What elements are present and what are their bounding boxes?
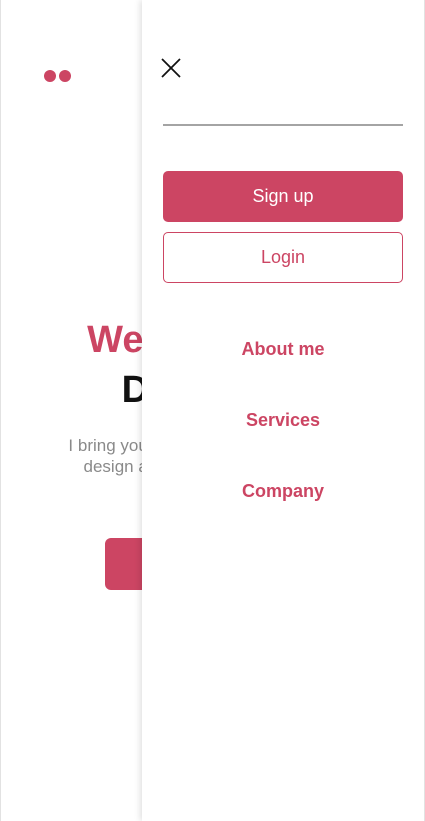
logo-dot	[44, 70, 56, 82]
nav-link-about-me[interactable]: About me	[163, 339, 403, 360]
nav-drawer: Sign up Login About me Services Company	[142, 0, 424, 821]
nav-link-services[interactable]: Services	[163, 410, 403, 431]
close-icon[interactable]	[160, 57, 184, 81]
nav-link-company[interactable]: Company	[163, 481, 403, 502]
signup-button[interactable]: Sign up	[163, 171, 403, 222]
logo[interactable]	[44, 70, 71, 82]
drawer-divider	[163, 124, 403, 126]
logo-dot	[59, 70, 71, 82]
login-button[interactable]: Login	[163, 232, 403, 283]
page: I am a Web Designer Developer I bring yo…	[0, 0, 425, 821]
